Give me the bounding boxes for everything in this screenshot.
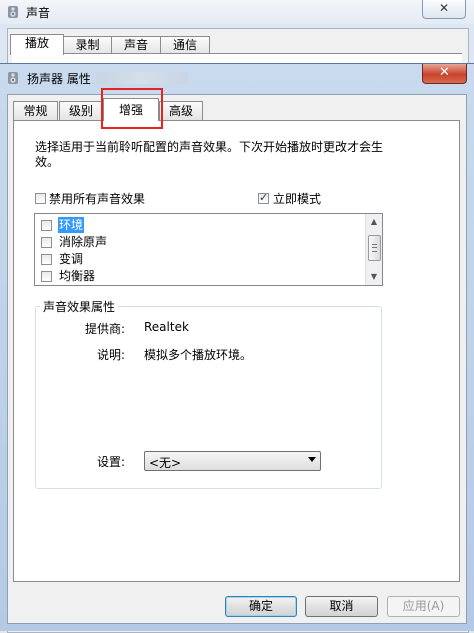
speaker-icon bbox=[8, 72, 18, 84]
cancel-button[interactable]: 取消 bbox=[305, 596, 378, 617]
effect-checkbox[interactable] bbox=[41, 254, 52, 265]
disable-all-effects-label: 禁用所有声音效果 bbox=[49, 192, 146, 206]
tab-advanced[interactable]: 高级 bbox=[159, 101, 203, 120]
sound-window-title: 声音 bbox=[26, 6, 51, 20]
close-icon: ✕ bbox=[439, 65, 450, 80]
effects-list-scrollbar[interactable]: ▲ ▼ bbox=[365, 214, 382, 285]
immediate-mode-checkbox[interactable] bbox=[258, 191, 269, 204]
effect-label: 变调 bbox=[59, 252, 84, 266]
chevron-down-icon bbox=[308, 457, 316, 462]
dialog-title: 扬声器 属性 bbox=[27, 72, 91, 86]
blurred-title-region bbox=[96, 72, 188, 84]
immediate-mode-label: 立即模式 bbox=[273, 192, 322, 206]
scroll-thumb[interactable] bbox=[368, 235, 381, 261]
provider-label: 提供商: bbox=[85, 322, 126, 336]
tab-sounds[interactable]: 声音 bbox=[111, 36, 161, 54]
tab-recording[interactable]: 录制 bbox=[63, 36, 112, 54]
tab-levels[interactable]: 级别 bbox=[59, 101, 103, 120]
effects-list[interactable]: 环境 消除原声 变调 均衡器 ▲ ▼ bbox=[34, 213, 383, 286]
apply-button[interactable]: 应用(A) bbox=[387, 596, 460, 617]
effect-checkbox[interactable] bbox=[41, 220, 52, 231]
tab-communications[interactable]: 通信 bbox=[160, 36, 210, 54]
effect-description-label: 说明: bbox=[97, 348, 126, 362]
effect-description-value: 模拟多个播放环境。 bbox=[144, 348, 253, 362]
tab-enhancements[interactable]: 增强 bbox=[103, 98, 159, 121]
speaker-icon bbox=[8, 6, 18, 18]
effect-checkbox[interactable] bbox=[41, 271, 52, 282]
disable-all-effects-checkbox[interactable] bbox=[35, 193, 46, 204]
effect-label: 环境 bbox=[58, 217, 85, 233]
dialog-close-button[interactable]: ✕ bbox=[422, 64, 467, 84]
tab-playback[interactable]: 播放 bbox=[10, 34, 64, 55]
enhancements-description: 选择适用于当前聆听配置的声音效果。下次开始播放时更改才会生效。 bbox=[35, 140, 384, 169]
effect-checkbox[interactable] bbox=[41, 237, 52, 248]
scroll-up-arrow-icon[interactable]: ▲ bbox=[366, 214, 382, 230]
scroll-down-arrow-icon[interactable]: ▼ bbox=[366, 269, 382, 285]
settings-dropdown[interactable]: <无> bbox=[144, 451, 321, 471]
tab-general[interactable]: 常规 bbox=[13, 101, 58, 120]
provider-value: Realtek bbox=[144, 320, 189, 334]
effect-properties-group-title: 声音效果属性 bbox=[40, 298, 119, 315]
effect-label: 消除原声 bbox=[59, 235, 108, 249]
ok-button[interactable]: 确定 bbox=[225, 596, 297, 617]
close-icon: ✕ bbox=[438, 1, 450, 15]
settings-dropdown-value: <无> bbox=[149, 456, 182, 470]
sound-window-titlebar: 声音 ✕ bbox=[0, 0, 474, 24]
sound-window-close-button[interactable]: ✕ bbox=[422, 0, 466, 19]
settings-label: 设置: bbox=[97, 455, 126, 469]
effect-label: 均衡器 bbox=[59, 269, 96, 283]
